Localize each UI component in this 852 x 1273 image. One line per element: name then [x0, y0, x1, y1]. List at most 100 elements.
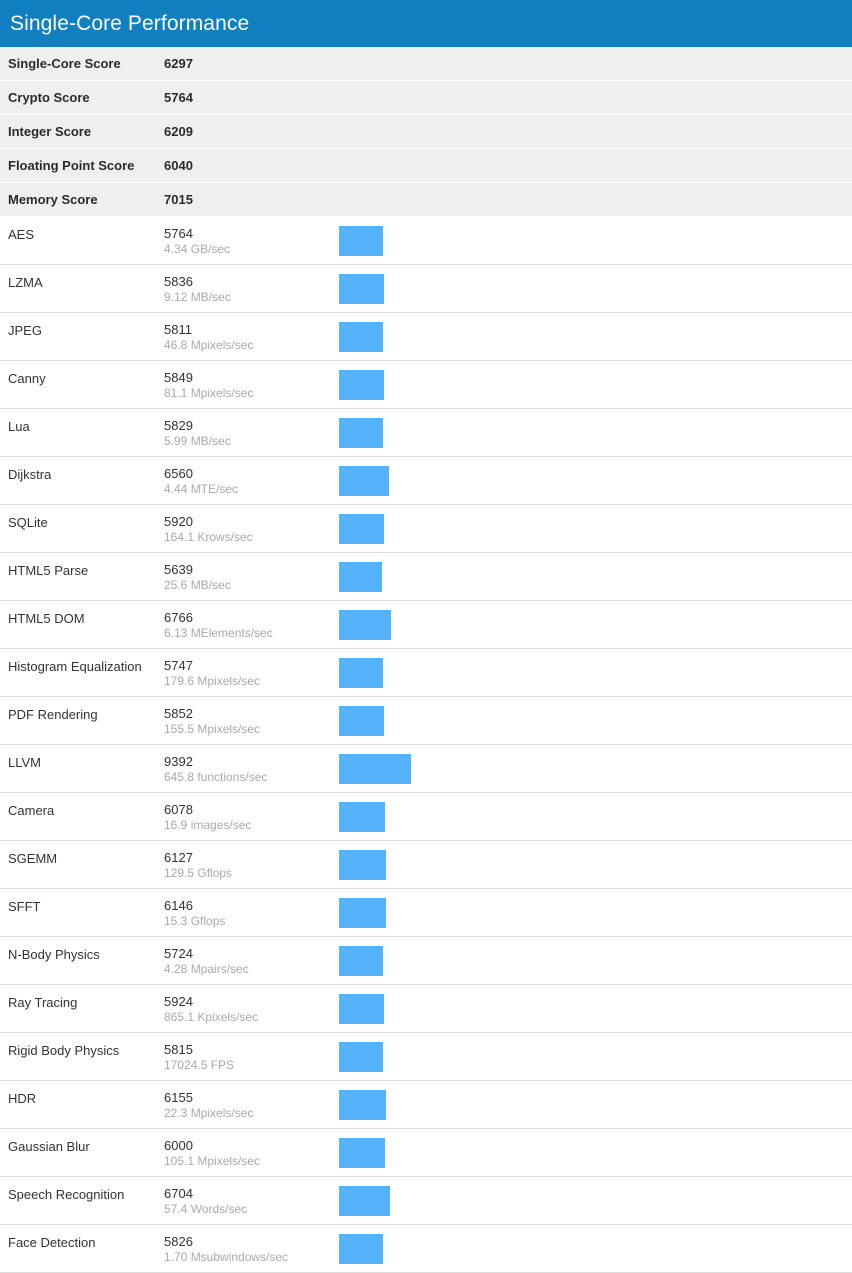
benchmark-score-group: 5852 155.5 Mpixels/sec — [164, 697, 339, 737]
benchmark-bar-track — [339, 937, 852, 976]
summary-section: Single-Core Score 6297 Crypto Score 5764 Int… — [0, 47, 852, 217]
benchmark-row: Canny 5849 81.1 Mpixels/sec — [0, 361, 852, 409]
benchmark-row: Camera 6078 16.9 images/sec — [0, 793, 852, 841]
benchmark-score: 6704 — [164, 1186, 193, 1201]
benchmark-bar-track — [339, 1033, 852, 1072]
benchmark-bar — [339, 274, 384, 304]
benchmark-bar-track — [339, 649, 852, 688]
benchmark-row: SFFT 6146 15.3 Gflops — [0, 889, 852, 937]
benchmark-bar — [339, 1186, 390, 1216]
benchmark-score-group: 5829 5.99 MB/sec — [164, 409, 339, 449]
benchmark-bar-track — [339, 553, 852, 592]
benchmark-rate: 22.3 Mpixels/sec — [164, 1106, 254, 1120]
benchmark-bar-track — [339, 889, 852, 928]
benchmark-bar — [339, 658, 383, 688]
benchmark-section: AES 5764 4.34 GB/sec LZMA 5836 9.12 MB/sec JPE… — [0, 217, 852, 1273]
benchmark-row: LLVM 9392 645.8 functions/sec — [0, 745, 852, 793]
benchmark-bar — [339, 322, 383, 352]
benchmark-bar-track — [339, 793, 852, 832]
benchmark-bar — [339, 610, 391, 640]
benchmark-bar — [339, 226, 383, 256]
benchmark-rate: 1.70 Msubwindows/sec — [164, 1250, 289, 1264]
benchmark-name: N-Body Physics — [8, 947, 100, 962]
benchmark-name: PDF Rendering — [8, 707, 98, 722]
page-title: Single-Core Performance — [10, 12, 250, 35]
benchmark-name: JPEG — [8, 323, 42, 338]
benchmark-row: PDF Rendering 5852 155.5 Mpixels/sec — [0, 697, 852, 745]
benchmark-name: HTML5 Parse — [8, 563, 89, 578]
benchmark-score-group: 6146 15.3 Gflops — [164, 889, 339, 929]
benchmark-name: Camera — [8, 803, 55, 818]
benchmark-rate: 17024.5 FPS — [164, 1058, 235, 1072]
benchmark-row: Lua 5829 5.99 MB/sec — [0, 409, 852, 457]
benchmark-score-group: 6155 22.3 Mpixels/sec — [164, 1081, 339, 1121]
benchmark-name: HDR — [8, 1091, 37, 1106]
benchmark-row: HDR 6155 22.3 Mpixels/sec — [0, 1081, 852, 1129]
summary-row: Memory Score 7015 — [0, 183, 852, 217]
benchmark-bar — [339, 706, 384, 736]
benchmark-rate: 4.44 MTE/sec — [164, 482, 239, 496]
summary-label: Integer Score — [8, 124, 92, 139]
benchmark-score-group: 5920 164.1 Krows/sec — [164, 505, 339, 545]
benchmark-score: 5811 — [164, 322, 192, 337]
benchmark-row: Histogram Equalization 5747 179.6 Mpixels/… — [0, 649, 852, 697]
benchmark-score: 9392 — [164, 754, 193, 769]
benchmark-score-group: 5747 179.6 Mpixels/sec — [164, 649, 339, 689]
benchmark-row: JPEG 5811 46.8 Mpixels/sec — [0, 313, 852, 361]
benchmark-name: Histogram Equalization — [8, 659, 142, 674]
benchmark-bar — [339, 754, 411, 784]
benchmark-rate: 46.8 Mpixels/sec — [164, 338, 254, 352]
benchmark-bar-track — [339, 217, 852, 256]
benchmark-row: Rigid Body Physics 5815 17024.5 FPS — [0, 1033, 852, 1081]
benchmark-name: LZMA — [8, 275, 43, 290]
benchmark-score: 6078 — [164, 802, 193, 817]
benchmark-bar-track — [339, 985, 852, 1024]
benchmark-bar-track — [339, 457, 852, 496]
benchmark-bar — [339, 514, 384, 544]
benchmark-bar-track — [339, 745, 852, 784]
benchmark-bar-track — [339, 361, 852, 400]
benchmark-bar-track — [339, 1129, 852, 1168]
benchmark-score: 5747 — [164, 658, 193, 673]
benchmark-rate: 6.13 MElements/sec — [164, 626, 273, 640]
benchmark-rate: 9.12 MB/sec — [164, 290, 231, 304]
benchmark-bar-track — [339, 697, 852, 736]
benchmark-score: 6155 — [164, 1090, 193, 1105]
summary-value: 6040 — [164, 158, 193, 173]
benchmark-score-group: 6078 16.9 images/sec — [164, 793, 339, 833]
benchmark-score-group: 5724 4.28 Mpairs/sec — [164, 937, 339, 977]
summary-row: Integer Score 6209 — [0, 115, 852, 149]
benchmark-name: HTML5 DOM — [8, 611, 85, 626]
benchmark-score: 5920 — [164, 514, 193, 529]
benchmark-row: Speech Recognition 6704 57.4 Words/sec — [0, 1177, 852, 1225]
benchmark-bar-track — [339, 505, 852, 544]
benchmark-bar-track — [339, 1225, 852, 1264]
benchmark-rate: 16.9 images/sec — [164, 818, 252, 832]
benchmark-score-group: 5764 4.34 GB/sec — [164, 217, 339, 257]
benchmark-score: 5639 — [164, 562, 193, 577]
summary-value: 7015 — [164, 192, 193, 207]
benchmark-rate: 164.1 Krows/sec — [164, 530, 253, 544]
benchmark-name: Face Detection — [8, 1235, 96, 1250]
benchmark-score: 6127 — [164, 850, 193, 865]
benchmark-bar — [339, 1138, 385, 1168]
summary-label: Crypto Score — [8, 90, 90, 105]
benchmark-bar-track — [339, 1081, 852, 1120]
summary-value: 5764 — [164, 90, 193, 105]
benchmark-score: 5852 — [164, 706, 193, 721]
benchmark-name: LLVM — [8, 755, 41, 770]
benchmark-bar — [339, 562, 382, 592]
benchmark-row: HTML5 DOM 6766 6.13 MElements/sec — [0, 601, 852, 649]
benchmark-score-group: 9392 645.8 functions/sec — [164, 745, 339, 785]
benchmark-bar — [339, 418, 383, 448]
benchmark-score-group: 5811 46.8 Mpixels/sec — [164, 313, 339, 353]
benchmark-score: 5826 — [164, 1234, 193, 1249]
benchmark-row: Ray Tracing 5924 865.1 Kpixels/sec — [0, 985, 852, 1033]
benchmark-name: Rigid Body Physics — [8, 1043, 120, 1058]
benchmark-bar — [339, 850, 386, 880]
benchmark-score-group: 6766 6.13 MElements/sec — [164, 601, 339, 641]
summary-value: 6209 — [164, 124, 193, 139]
benchmark-score-group: 5849 81.1 Mpixels/sec — [164, 361, 339, 401]
benchmark-score: 5836 — [164, 274, 193, 289]
summary-label: Floating Point Score — [8, 158, 135, 173]
